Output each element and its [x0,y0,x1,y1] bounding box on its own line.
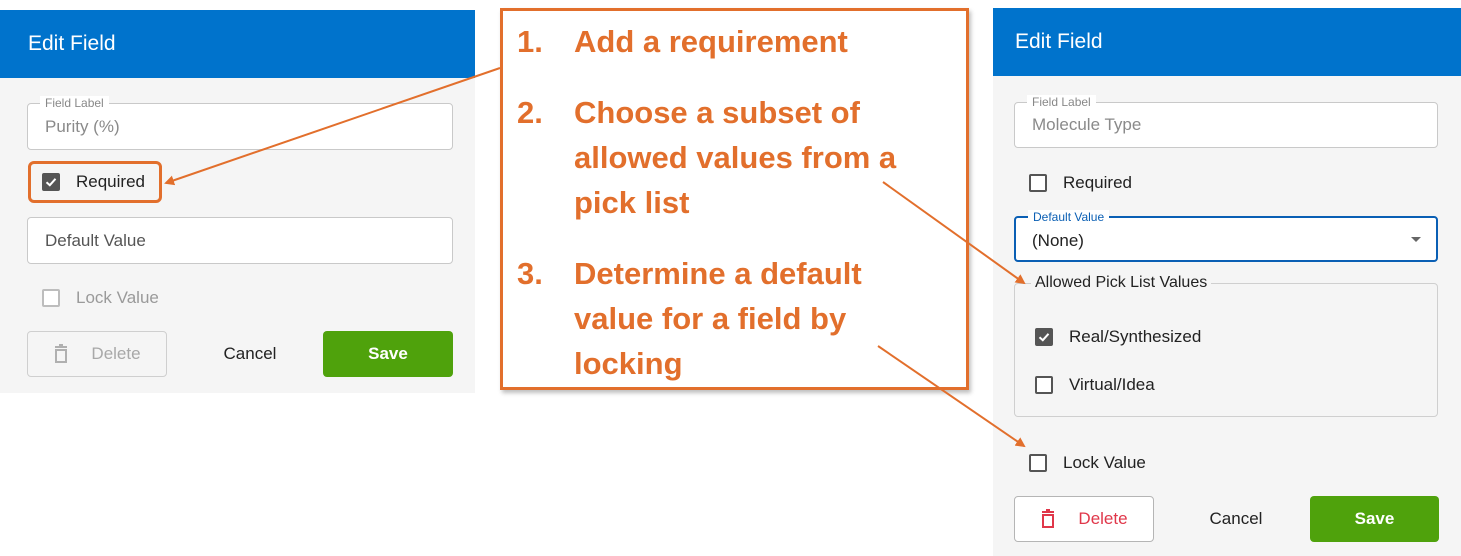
arrow-to-allowed-pick-list [882,181,1026,285]
annotation-arrows [164,67,1026,448]
arrow-to-required [164,67,501,186]
arrow-to-lock-value [877,345,1026,448]
